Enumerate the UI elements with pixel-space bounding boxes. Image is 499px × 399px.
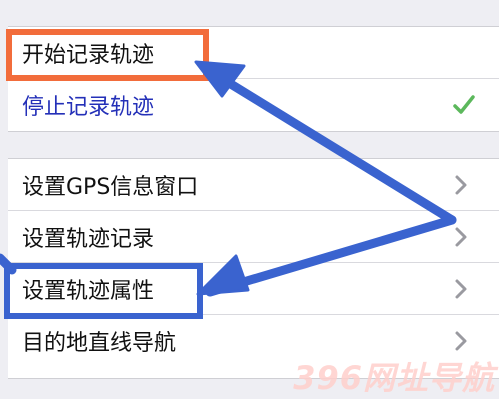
stop-recording-label: 停止记录轨迹	[22, 95, 155, 120]
chevron-right-icon	[455, 227, 467, 246]
track-recording-settings-item[interactable]: 设置轨迹记录	[8, 211, 499, 263]
chevron-right-icon	[455, 175, 467, 194]
start-recording-label: 开始记录轨迹	[22, 42, 155, 68]
start-recording-item[interactable]: 开始记录轨迹	[8, 27, 499, 79]
gps-info-window-label: 设置GPS信息窗口	[22, 174, 199, 200]
checkmark-icon	[453, 95, 475, 114]
stop-recording-item[interactable]: 停止记录轨迹	[8, 79, 499, 131]
track-recording-settings-label: 设置轨迹记录	[22, 226, 155, 252]
track-properties-item[interactable]: 设置轨迹属性	[8, 263, 499, 315]
destination-navigation-label: 目的地直线导航	[22, 331, 177, 356]
tracking-group: 开始记录轨迹 停止记录轨迹	[8, 26, 499, 132]
gps-info-window-item[interactable]: 设置GPS信息窗口	[8, 159, 499, 211]
chevron-right-icon	[455, 279, 467, 298]
chevron-right-icon	[455, 331, 467, 351]
settings-group: 设置GPS信息窗口 设置轨迹记录 设置轨迹属性 目的地直线导航	[8, 158, 499, 379]
track-properties-label: 设置轨迹属性	[22, 278, 155, 304]
watermark-logo: 396网址导航	[293, 359, 495, 397]
